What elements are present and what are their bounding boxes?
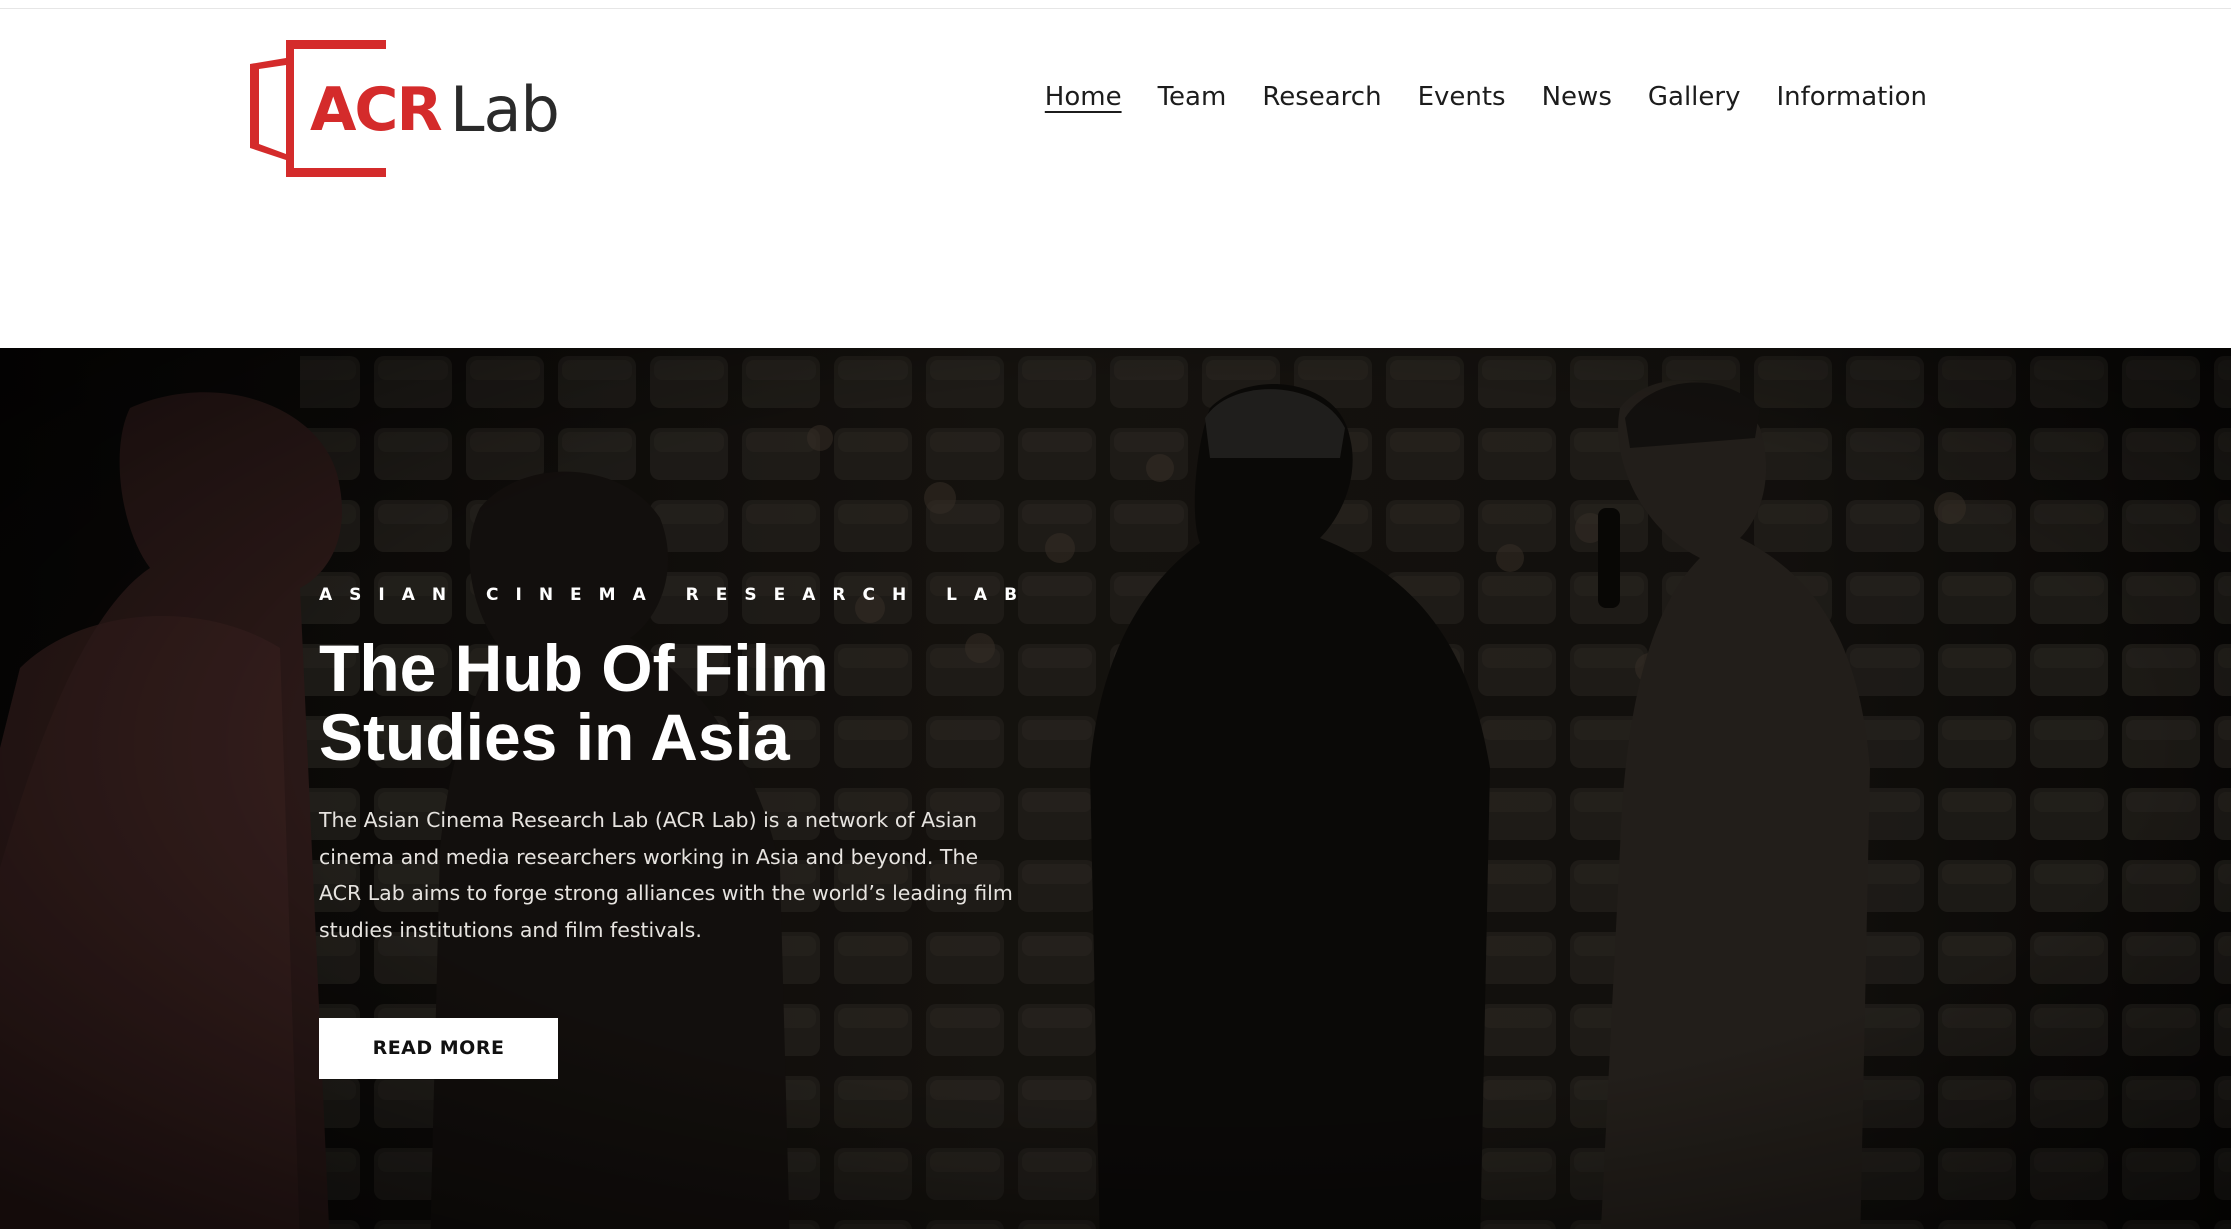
site-header: ACR Lab Home Team Research Events News G…: [0, 9, 2231, 348]
hero-eyebrow: ASIAN CINEMA RESEARCH LAB: [319, 585, 1035, 605]
nav-gallery[interactable]: Gallery: [1648, 79, 1741, 115]
hero-title: The Hub Of Film Studies in Asia: [319, 634, 939, 772]
nav-news[interactable]: News: [1542, 79, 1612, 115]
logo-lab-text: Lab: [450, 73, 560, 146]
main-nav: Home Team Research Events News Gallery I…: [1045, 79, 1927, 115]
hero-description: The Asian Cinema Research Lab (ACR Lab) …: [319, 808, 1013, 942]
read-more-button[interactable]: READ MORE: [319, 1018, 558, 1080]
hero-title-line-2: Studies in Asia: [319, 700, 790, 774]
hero-content: ASIAN CINEMA RESEARCH LAB The Hub Of Fil…: [319, 585, 1039, 1080]
nav-events[interactable]: Events: [1418, 79, 1506, 115]
site-logo[interactable]: ACR Lab: [250, 40, 570, 177]
nav-research[interactable]: Research: [1262, 79, 1381, 115]
page: ACR Lab Home Team Research Events News G…: [0, 0, 2231, 1229]
hero-section: ASIAN CINEMA RESEARCH LAB The Hub Of Fil…: [0, 348, 2231, 1229]
nav-team[interactable]: Team: [1158, 79, 1227, 115]
logo-acr-text: ACR: [310, 75, 443, 145]
hero-title-line-1: The Hub Of Film: [319, 631, 829, 705]
nav-home[interactable]: Home: [1045, 79, 1122, 115]
nav-information[interactable]: Information: [1776, 79, 1927, 115]
